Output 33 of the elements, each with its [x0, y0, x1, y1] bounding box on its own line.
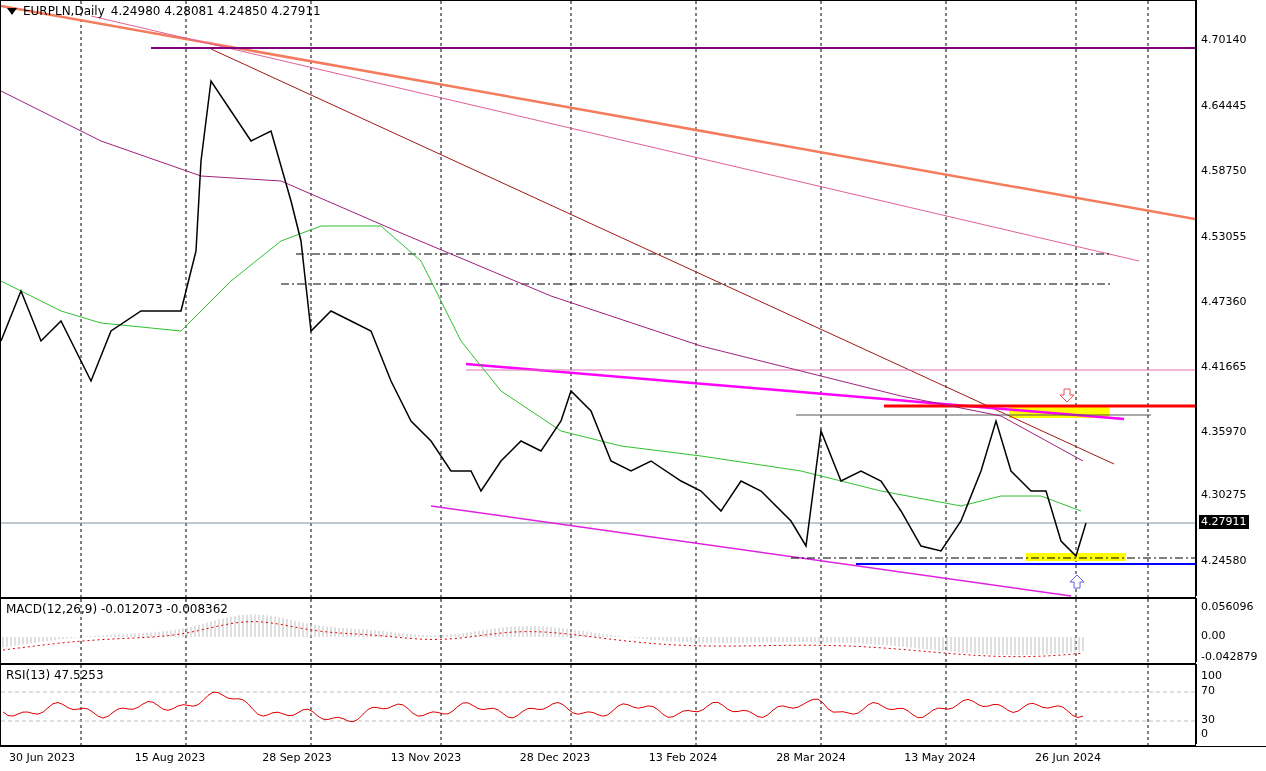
date-label: 13 Feb 2024	[648, 751, 718, 764]
date-label: 15 Aug 2023	[134, 751, 206, 764]
rsi-axis-label: 70	[1201, 684, 1215, 698]
price-label: 4.58750	[1201, 164, 1247, 178]
price-label: 4.64445	[1201, 99, 1247, 113]
chart-title: EURPLN,Daily	[23, 4, 105, 18]
price-label: 4.41665	[1201, 360, 1247, 374]
date-label: 28 Dec 2023	[519, 751, 591, 764]
date-label: 26 Jun 2024	[1034, 751, 1102, 764]
date-label: 13 May 2024	[904, 751, 976, 764]
rsi-axis-label: 0	[1201, 727, 1208, 741]
price-label: 4.24580	[1201, 554, 1247, 568]
date-label: 28 Mar 2024	[776, 751, 846, 764]
up-arrow-icon	[1069, 574, 1085, 589]
date-label: 13 Nov 2023	[390, 751, 462, 764]
rsi-axis-label: 30	[1201, 713, 1215, 727]
rsi-title: RSI(13) 47.5253	[6, 668, 104, 682]
price-label: 4.47360	[1201, 295, 1247, 309]
macd-axis-label: 0.00	[1201, 629, 1226, 643]
price-label: 4.30275	[1201, 488, 1247, 502]
date-label: 30 Jun 2023	[8, 751, 76, 764]
macd-axis-label: 0.056096	[1201, 600, 1254, 614]
ohlc-values: 4.24980 4.28081 4.24850 4.27911	[110, 4, 321, 18]
rsi-axis-label: 100	[1201, 669, 1222, 683]
price-label: 4.53055	[1201, 230, 1247, 244]
macd-title: MACD(12,26,9) -0.012073 -0.008362	[6, 602, 228, 616]
current-price-label: 4.27911	[1199, 515, 1249, 529]
macd-axis-label: -0.042879	[1201, 650, 1258, 664]
price-label: 4.70140	[1201, 33, 1247, 47]
price-label: 4.35970	[1201, 425, 1247, 439]
date-label: 28 Sep 2023	[262, 751, 332, 764]
dropdown-icon	[7, 7, 17, 15]
down-arrow-icon	[1059, 388, 1075, 403]
